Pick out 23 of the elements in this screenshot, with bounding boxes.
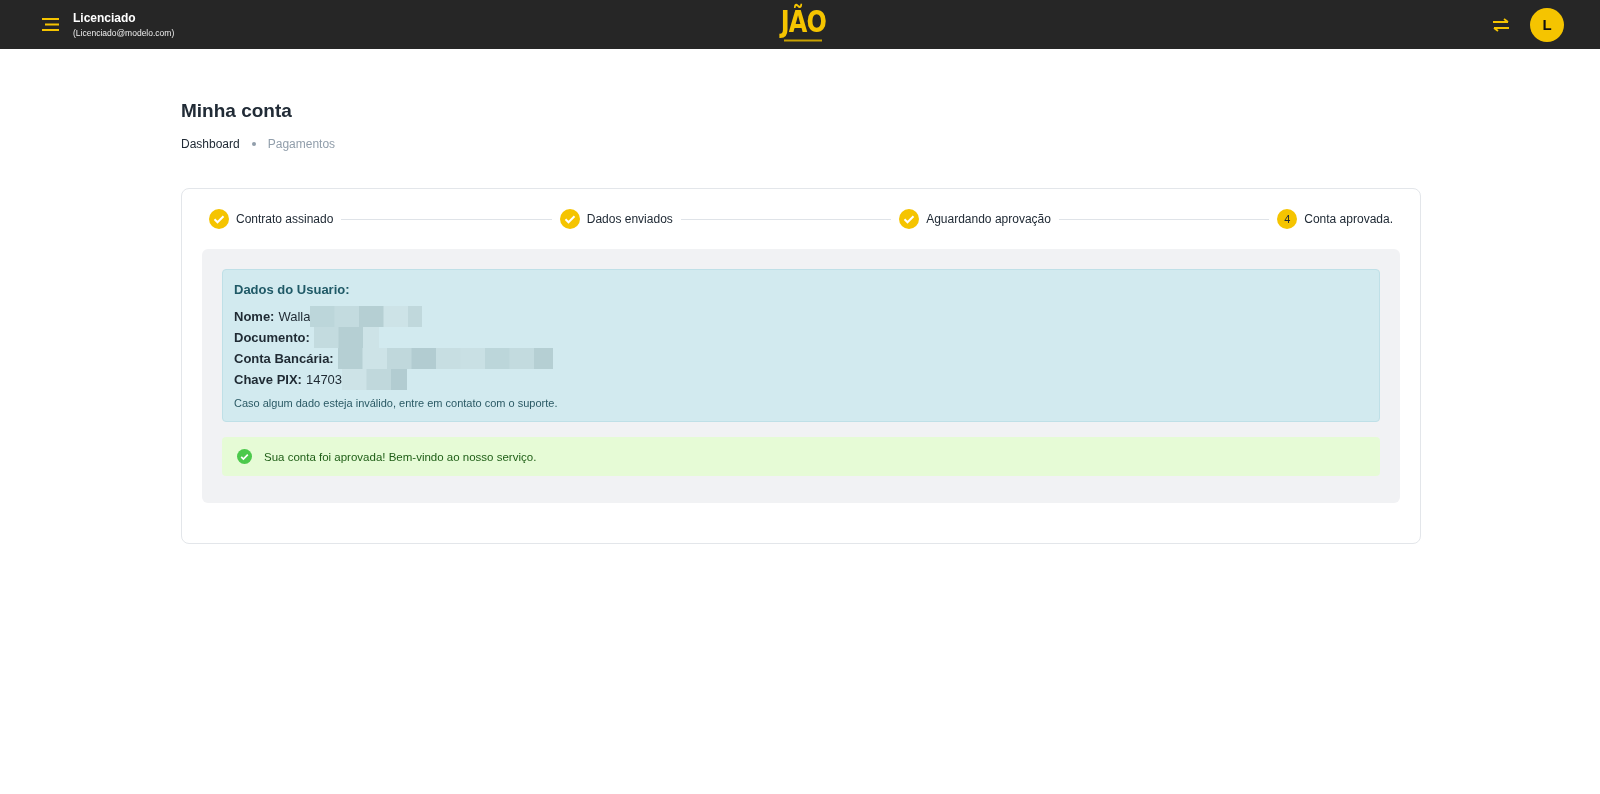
field-value: Walla (278, 309, 311, 324)
user-email: (Licenciado@modelo.com) (73, 28, 175, 38)
step-label: Contrato assinado (236, 212, 334, 226)
step-label: Dados enviados (586, 212, 673, 226)
page-title: Minha conta (181, 100, 293, 122)
user-name: Licenciado (73, 11, 137, 25)
field-value: 14703 (305, 372, 343, 387)
menu-icon[interactable] (42, 18, 59, 31)
field-label: Chave PIX: (234, 372, 302, 387)
logo-tagline-drawing (784, 39, 822, 42)
success-message: Sua conta foi aprovada! Bem-vindo ao nosso serviço. (264, 450, 537, 463)
step-label: Conta aprovada. (1304, 212, 1393, 226)
field-label: Documento: (234, 330, 310, 345)
avatar-button[interactable]: L (1530, 7, 1564, 42)
step-label: Aguardando aprovação (926, 212, 1051, 226)
breadcrumb-link[interactable]: Dashboard (181, 137, 240, 151)
field-label: Conta Bancária: (234, 351, 334, 366)
info-note: Caso algum dado esteja inválido, entre em contato com o suporte. (234, 397, 559, 409)
breadcrumb-separator (251, 142, 256, 146)
step-number: 4 (1277, 209, 1298, 229)
field-label: Nome: (234, 309, 275, 324)
info-title: Dados do Usuario: (234, 282, 351, 297)
check-circle-icon (237, 449, 252, 464)
